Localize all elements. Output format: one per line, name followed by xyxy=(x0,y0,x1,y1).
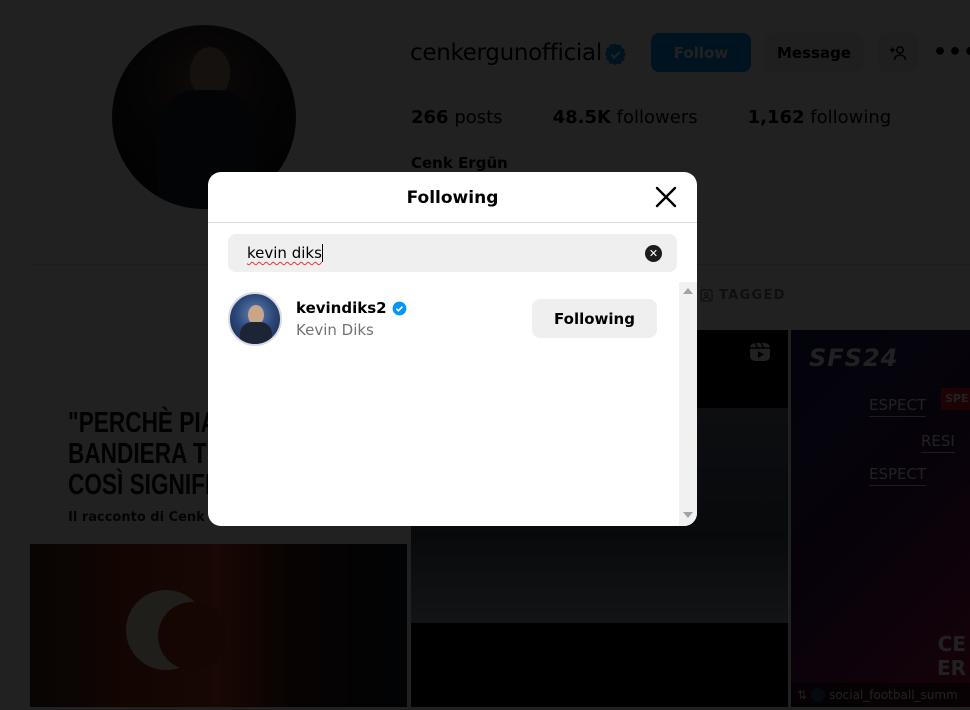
scroll-down-arrow-icon[interactable] xyxy=(683,512,693,518)
following-list: kevindiks2 Kevin Diks Following xyxy=(208,282,679,526)
user-avatar[interactable] xyxy=(228,292,282,346)
result-full-name: Kevin Diks xyxy=(296,321,374,339)
clear-search-icon[interactable]: ✕ xyxy=(645,245,662,262)
search-input[interactable]: kevin diks ✕ xyxy=(228,234,677,272)
list-item[interactable]: kevindiks2 Kevin Diks Following xyxy=(228,292,658,346)
result-username[interactable]: kevindiks2 xyxy=(296,299,387,317)
close-icon[interactable] xyxy=(654,185,678,209)
dialog-header: Following xyxy=(208,172,697,223)
result-username-row[interactable]: kevindiks2 xyxy=(296,299,407,317)
scrollbar[interactable] xyxy=(679,282,697,526)
scroll-up-arrow-icon[interactable] xyxy=(683,288,693,294)
following-dialog: Following kevin diks ✕ kevindiks2 Kevin … xyxy=(208,172,697,526)
verified-badge-icon xyxy=(392,301,406,315)
dialog-title: Following xyxy=(406,188,499,208)
text-caret xyxy=(322,244,323,262)
avatar-photo-body xyxy=(240,322,272,344)
search-input-value[interactable]: kevin diks xyxy=(247,244,322,262)
following-button[interactable]: Following xyxy=(532,299,657,338)
